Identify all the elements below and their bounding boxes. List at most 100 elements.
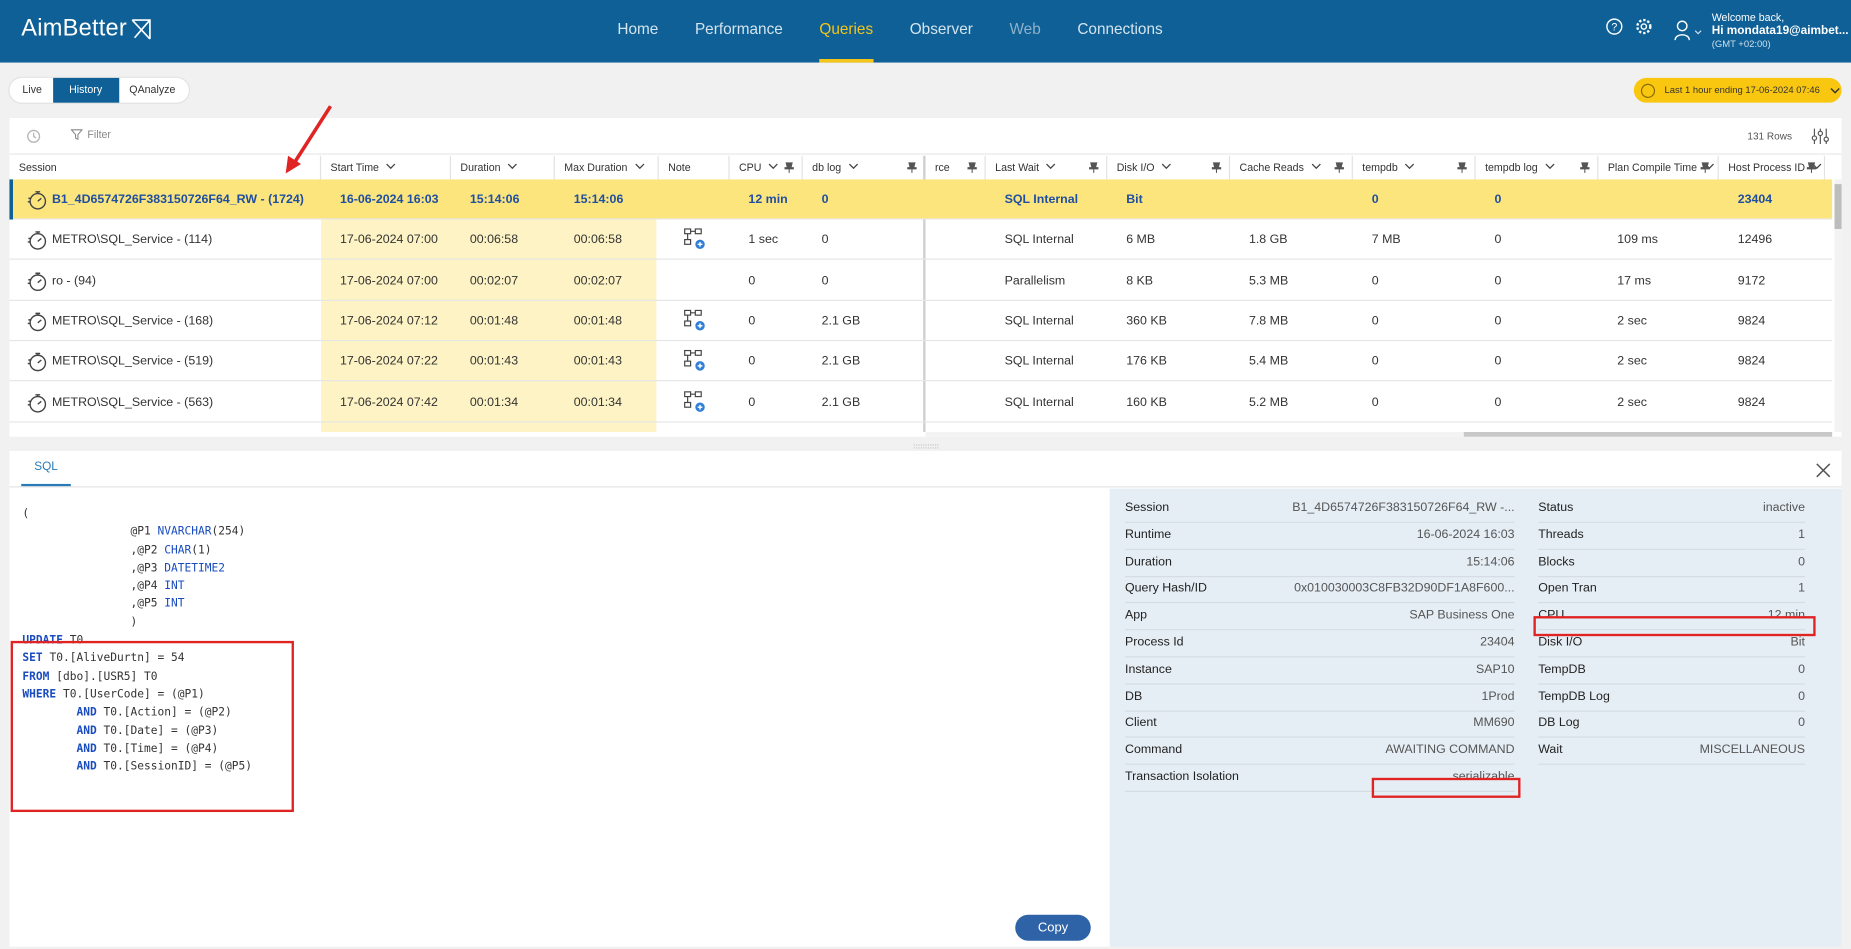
column-header-label: Max Duration (564, 161, 628, 174)
time-range-selector[interactable]: Last 1 hour ending 17-06-2024 07:46 (1633, 77, 1842, 103)
table-row[interactable]: ro - (94) 17-06-2024 07:00 00:02:07 00:02:0… (9, 260, 1833, 301)
sort-chevron-icon[interactable] (767, 162, 779, 171)
history-icon[interactable] (26, 129, 41, 144)
info-row-duration: Duration 15:14:06 (1125, 550, 1515, 577)
copy-button[interactable]: Copy (1015, 914, 1091, 941)
column-header-label: Plan Compile Time (1607, 161, 1698, 174)
column-settings-icon[interactable] (1811, 127, 1830, 145)
pin-icon[interactable] (1088, 162, 1099, 174)
nav-home[interactable]: Home (617, 0, 658, 63)
tab-qanalyze[interactable]: QAnalyze (119, 78, 186, 103)
nav-connections[interactable]: Connections (1077, 0, 1162, 63)
horizontal-scroll-thumb[interactable] (1463, 431, 1833, 437)
logo[interactable]: AimBetter (21, 15, 153, 42)
cell-start: 17-06-2024 07:22 (339, 354, 438, 369)
info-value: 1 (1798, 527, 1805, 542)
info-key: Blocks (1538, 554, 1575, 569)
logo-text: AimBetter (21, 15, 128, 42)
sort-chevron-icon[interactable] (1310, 162, 1322, 171)
column-header-host[interactable]: Host Process ID (1719, 155, 1826, 180)
info-value: inactive (1762, 500, 1805, 515)
horizontal-scrollbar[interactable] (925, 431, 1833, 437)
tab-history[interactable]: History (52, 77, 119, 103)
cell-session: ro - (94) (51, 273, 97, 288)
cell-tempdb: 0 (1371, 313, 1379, 328)
table-row[interactable]: METRO\SQL_Service - (114) 17-06-2024 07:0… (9, 220, 1833, 261)
user-icon[interactable] (1674, 20, 1705, 41)
cell-disk: 8 KB (1126, 273, 1154, 288)
execution-plan-icon[interactable] (682, 389, 706, 413)
filter-button[interactable]: Filter (70, 128, 111, 141)
sort-chevron-icon[interactable] (633, 162, 645, 171)
pin-icon[interactable] (1334, 162, 1345, 174)
nav-performance[interactable]: Performance (695, 0, 783, 63)
execution-plan-icon[interactable] (682, 308, 706, 332)
pin-icon[interactable] (1580, 162, 1591, 174)
column-header-disk[interactable]: Disk I/O (1107, 155, 1231, 180)
column-header-session[interactable]: Session (9, 155, 322, 180)
column-header-source[interactable]: rce (926, 155, 986, 180)
pin-icon[interactable] (967, 162, 978, 174)
close-icon[interactable] (1816, 463, 1831, 478)
info-value: B1_4D6574726F383150726F64_RW -... (1292, 500, 1515, 515)
nav-observer[interactable]: Observer (910, 0, 973, 63)
sort-chevron-icon[interactable] (1160, 162, 1172, 171)
sort-chevron-icon[interactable] (385, 162, 397, 171)
column-header-tempdb[interactable]: tempdb (1353, 155, 1476, 180)
sort-chevron-icon[interactable] (1544, 162, 1556, 171)
column-header-label: tempdb (1362, 161, 1398, 174)
cell-plan: 2 sec (1617, 354, 1647, 369)
pin-icon[interactable] (1457, 162, 1468, 174)
nav-queries[interactable]: Queries (819, 0, 874, 63)
column-header-note[interactable]: Note (659, 155, 730, 180)
help-icon[interactable]: ? (1605, 18, 1623, 36)
table-row[interactable]: METRO\SQL_Service - (168) 17-06-2024 07:1… (9, 301, 1833, 341)
execution-plan-icon[interactable] (682, 227, 706, 251)
pin-icon[interactable] (1806, 162, 1817, 174)
column-header-plan[interactable]: Plan Compile Time (1598, 155, 1719, 180)
sort-chevron-icon[interactable] (847, 162, 859, 171)
sort-chevron-icon[interactable] (1404, 162, 1416, 171)
clock-icon (1640, 83, 1656, 98)
cell-tempdb: 0 (1371, 273, 1379, 288)
gear-icon[interactable] (1635, 18, 1653, 36)
vertical-scrollbar[interactable] (1834, 179, 1842, 432)
column-header-max[interactable]: Max Duration (555, 155, 659, 180)
column-header-cpu[interactable]: CPU (730, 155, 803, 180)
nav-web[interactable]: Web (1009, 0, 1040, 63)
column-header-cache[interactable]: Cache Reads (1230, 155, 1353, 180)
tab-sql[interactable]: SQL (21, 460, 71, 487)
cell-plan: 2 sec (1617, 394, 1647, 409)
pin-icon[interactable] (907, 162, 918, 174)
filter-label: Filter (87, 128, 111, 141)
pin-icon[interactable] (1211, 162, 1222, 174)
column-header-tempdblog[interactable]: tempdb log (1476, 155, 1599, 180)
table-row[interactable]: METRO\SQL_Service - (563) 17-06-2024 07:4… (9, 382, 1833, 422)
info-key: Process Id (1125, 635, 1184, 650)
table-row[interactable]: METRO\SQL_Service - (519) 17-06-2024 07:2… (9, 341, 1833, 382)
tab-live[interactable]: Live (12, 78, 53, 103)
column-header-start[interactable]: Start Time (321, 155, 451, 180)
pin-icon[interactable] (784, 162, 795, 174)
info-value: MISCELLANEOUS (1699, 742, 1805, 757)
vertical-scroll-thumb[interactable] (1834, 184, 1842, 229)
column-header-dblog[interactable]: db log (803, 155, 926, 180)
table-row[interactable]: B1_4D6574726F383150726F64_RW - (1724) 16-… (9, 179, 1833, 220)
info-value: 15:14:06 (1466, 554, 1515, 569)
info-key: App (1125, 608, 1148, 623)
pane-resize-handle[interactable] (913, 444, 941, 450)
cell-duration: 15:14:06 (469, 192, 520, 207)
sort-chevron-icon[interactable] (506, 162, 518, 171)
column-header-wait[interactable]: Last Wait (986, 155, 1108, 180)
cell-host: 9824 (1737, 313, 1766, 328)
info-key: Runtime (1125, 527, 1172, 542)
pin-icon[interactable] (1700, 162, 1711, 174)
column-header-label: Duration (460, 161, 501, 174)
sql-param-line: @P1 NVARCHAR(254) (22, 525, 246, 539)
sql-param-line: ,@P2 CHAR(1) (22, 543, 212, 557)
top-bar: AimBetter Home Performance Queries Observer… (0, 0, 1851, 63)
execution-plan-icon[interactable] (682, 348, 706, 372)
column-header-label: db log (812, 161, 842, 174)
column-header-duration[interactable]: Duration (451, 155, 555, 180)
sort-chevron-icon[interactable] (1045, 162, 1057, 171)
